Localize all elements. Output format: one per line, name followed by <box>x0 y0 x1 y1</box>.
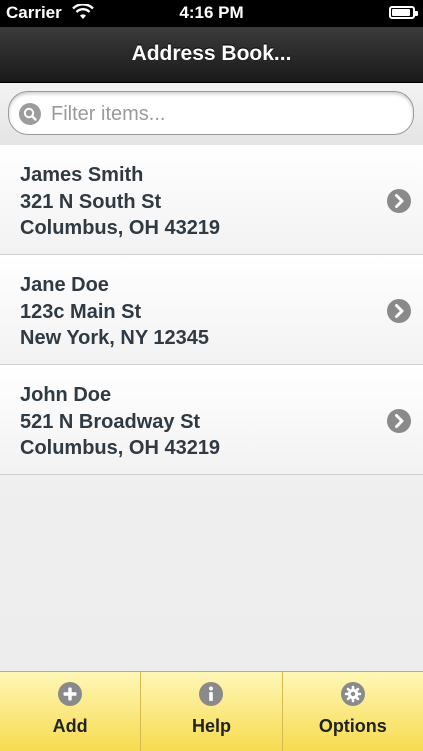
contact-name: Jane Doe <box>20 274 109 296</box>
battery-level <box>392 9 410 16</box>
status-time: 4:16 PM <box>179 3 244 22</box>
chevron-right-icon[interactable] <box>387 409 411 433</box>
list-item[interactable]: Jane Doe 123c Main St New York, NY 12345 <box>0 255 423 365</box>
contact-city: Columbus, OH 43219 <box>20 217 221 239</box>
info-circle-icon <box>199 682 224 706</box>
page-title: Address Book... <box>131 42 292 65</box>
contact-street: 123c Main St <box>20 300 142 323</box>
chevron-right-icon[interactable] <box>387 189 411 213</box>
chevron-right-icon[interactable] <box>387 299 411 323</box>
search-icon <box>19 103 41 125</box>
help-button[interactable]: Help <box>141 672 283 751</box>
list-item[interactable]: John Doe 521 N Broadway St Columbus, OH … <box>0 365 423 475</box>
contact-list: James Smith 321 N South St Columbus, OH … <box>0 145 423 475</box>
plus-circle-icon <box>58 682 83 706</box>
gear-icon <box>340 682 365 706</box>
contact-street: 521 N Broadway St <box>20 410 201 433</box>
contact-name: John Doe <box>20 384 112 406</box>
search-input[interactable] <box>49 92 408 136</box>
options-button[interactable]: Options <box>283 672 423 751</box>
add-label: Add <box>52 716 88 736</box>
contact-street: 321 N South St <box>20 190 162 213</box>
nav-bar: Address Book... <box>0 27 423 83</box>
add-button[interactable]: Add <box>0 672 142 751</box>
options-label: Options <box>318 716 387 736</box>
contact-city: Columbus, OH 43219 <box>20 437 221 459</box>
tab-bar: Add Help Options <box>0 671 423 751</box>
list-item[interactable]: James Smith 321 N South St Columbus, OH … <box>0 145 423 255</box>
search-bar <box>0 83 423 146</box>
search-field[interactable] <box>8 91 414 136</box>
contact-city: New York, NY 12345 <box>20 327 210 349</box>
help-label: Help <box>191 716 231 736</box>
status-bar: Carrier 4:16 PM <box>0 0 423 27</box>
contact-name: James Smith <box>20 164 144 186</box>
battery-icon <box>389 6 418 19</box>
